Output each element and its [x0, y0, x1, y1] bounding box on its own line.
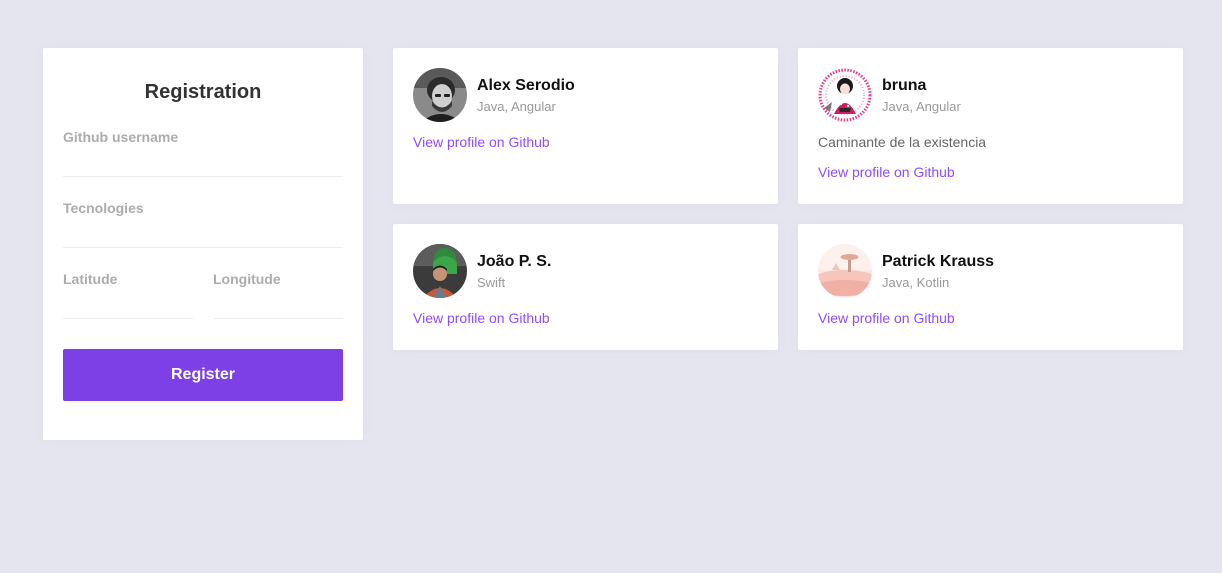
landscape-avatar-icon: [818, 244, 872, 298]
user-photo-icon: [413, 68, 467, 122]
dev-card: Patrick Krauss Java, Kotlin View profile…: [798, 224, 1183, 350]
longitude-field: Longitude: [213, 271, 343, 319]
user-info: Alex Serodio Java, Angular: [477, 76, 575, 115]
github-profile-link[interactable]: View profile on Github: [413, 132, 550, 152]
dev-name: João P. S.: [477, 252, 552, 270]
form-title: Registration: [144, 81, 262, 103]
dev-card: Alex Serodio Java, Angular View profile …: [393, 48, 778, 204]
dev-name: Patrick Krauss: [882, 252, 995, 270]
github-username-input[interactable]: [63, 145, 343, 177]
dev-card-header: Patrick Krauss Java, Kotlin: [818, 244, 1163, 298]
dev-name: Alex Serodio: [477, 76, 575, 94]
dev-card-header: bruna Java, Angular: [818, 68, 1163, 122]
dev-name: bruna: [882, 76, 927, 94]
dev-card-header: João P. S. Swift: [413, 244, 758, 298]
github-profile-link[interactable]: View profile on Github: [818, 308, 955, 328]
dev-card: bruna Java, Angular Caminante de la exis…: [798, 48, 1183, 204]
dev-techs: Java, Angular: [882, 98, 961, 114]
github-profile-link[interactable]: View profile on Github: [818, 162, 955, 182]
register-button[interactable]: Register: [63, 349, 343, 401]
user-photo-icon: [413, 244, 467, 298]
user-info: João P. S. Swift: [477, 252, 551, 291]
latitude-input[interactable]: [63, 287, 193, 319]
longitude-label: Longitude: [213, 271, 281, 287]
latitude-label: Latitude: [63, 271, 118, 287]
registration-form: Registration Github username Tecnologies…: [43, 48, 363, 440]
longitude-input[interactable]: [213, 287, 343, 319]
github-username-label: Github username: [63, 129, 179, 145]
latitude-field: Latitude: [63, 271, 193, 319]
techs-input[interactable]: [63, 216, 343, 248]
user-info: bruna Java, Angular: [882, 76, 961, 115]
dev-card-header: Alex Serodio Java, Angular: [413, 68, 758, 122]
dev-bio: Caminante de la existencia: [818, 134, 987, 150]
github-username-field: Github username: [63, 129, 343, 177]
user-info: Patrick Krauss Java, Kotlin: [882, 252, 994, 291]
dev-techs: Java, Kotlin: [882, 274, 950, 290]
dev-techs: Swift: [477, 274, 506, 290]
dev-card: João P. S. Swift View profile on Github: [393, 224, 778, 350]
dev-techs: Java, Angular: [477, 98, 556, 114]
techs-label: Tecnologies: [63, 200, 144, 216]
illustrated-avatar-icon: [818, 68, 872, 122]
techs-field: Tecnologies: [63, 200, 343, 248]
coordinates-row: Latitude Longitude: [63, 248, 343, 319]
github-profile-link[interactable]: View profile on Github: [413, 308, 550, 328]
